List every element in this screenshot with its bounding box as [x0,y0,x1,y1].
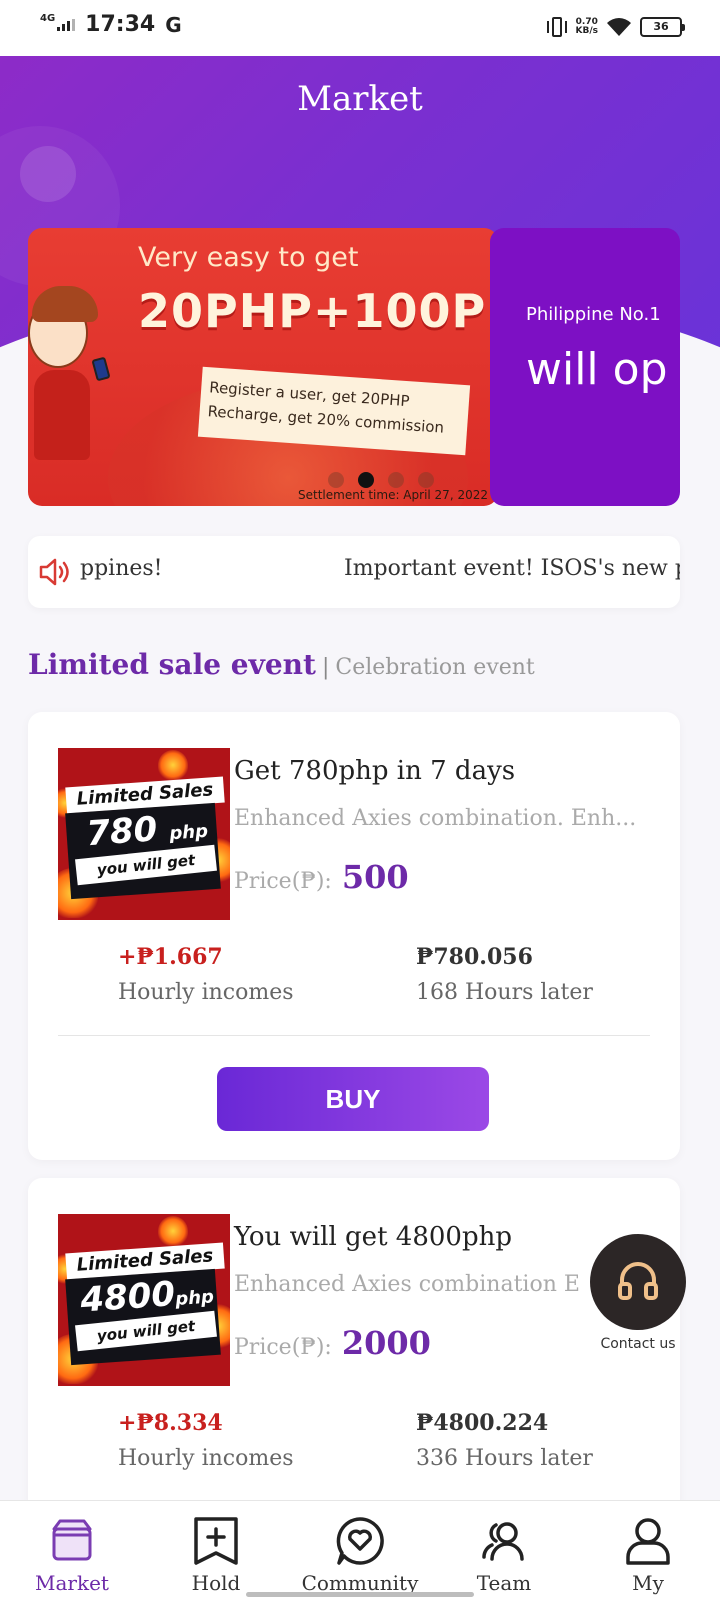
nav-my-label: My [632,1571,664,1595]
total-return-stat: ₱4800.224 336 Hours later [416,1410,593,1471]
divider [58,1035,650,1036]
price-value: 2000 [341,1324,431,1362]
buy-button[interactable]: BUY [217,1067,489,1131]
nav-hold[interactable]: Hold [144,1501,288,1600]
product-image: Limited Sales 780 php you will get [58,748,230,920]
product-image: Limited Sales 4800php you will get [58,1214,230,1386]
hourly-income-value: +₱1.667 [118,944,223,970]
price-value: 500 [341,858,409,896]
status-time: 17:34 [85,12,156,37]
team-icon [482,1522,524,1561]
product-description: Enhanced Axies combination. Enh... [234,806,637,831]
tab-celebration[interactable]: Celebration event [335,655,534,680]
hourly-income-label: Hourly incomes [118,1446,294,1471]
bottom-navigation: Market Hold Community Team My [0,1500,720,1600]
contact-us-button[interactable]: Contact us [588,1234,688,1352]
nav-market-label: Market [35,1571,109,1595]
next-banner-subtitle: Philippine No.1 [526,304,661,325]
event-tabs: Limited sale event | Celebration event [28,648,535,681]
next-banner[interactable]: Philippine No.1 will op [490,228,680,506]
total-return-label: 168 Hours later [416,980,593,1005]
product-price: Price(₱): 500 [234,858,409,896]
heart-chat-icon [336,1517,384,1565]
product-title: Get 780php in 7 days [234,756,516,786]
plus-bookmark-icon [194,1517,238,1565]
tab-limited-sale[interactable]: Limited sale event [28,648,316,681]
product-card[interactable]: Limited Sales 780 php you will get Get 7… [28,712,680,1160]
banner-amount: 20PHP+100PHP [138,284,498,338]
nav-team-label: Team [476,1571,532,1595]
announcement-text: ppines! [80,556,163,581]
signal-icon [57,18,76,31]
home-indicator[interactable] [246,1592,474,1597]
contact-us-label: Contact us [600,1336,676,1352]
promo-banner[interactable]: Very easy to get 20PHP+100PHP Register a… [28,228,498,506]
hourly-income-label: Hourly incomes [118,980,294,1005]
nav-market[interactable]: Market [0,1501,144,1600]
person-icon [626,1518,670,1565]
nav-hold-label: Hold [191,1571,241,1595]
wifi-icon [607,18,631,36]
nav-team[interactable]: Team [432,1501,576,1600]
headset-icon[interactable] [590,1234,686,1330]
announcement-text-next: Important event! ISOS's new pror [344,556,680,581]
nav-my[interactable]: My [576,1501,720,1600]
total-return-stat: ₱780.056 168 Hours later [416,944,593,1005]
product-title: You will get 4800php [234,1222,512,1252]
store-box-icon [52,1519,92,1561]
tab-separator: | [321,655,330,680]
carousel-dot[interactable] [388,472,404,488]
price-label: Price(₱): [234,869,332,894]
hourly-income-value: +₱8.334 [118,1410,223,1436]
total-return-label: 336 Hours later [416,1446,593,1471]
hourly-income-stat: +₱8.334 Hourly incomes [118,1410,294,1471]
next-banner-title: will op [526,344,668,395]
page-title: Market [297,79,423,119]
network-speed: 0.70 KB/s [575,17,598,36]
speaker-icon [39,558,69,586]
battery-icon: 36 [640,17,685,37]
carousel-dot[interactable] [418,472,434,488]
vibrate-icon [546,16,568,38]
banner-headline: Very easy to get [138,242,359,273]
product-price: Price(₱): 2000 [234,1324,431,1362]
announcement-bar[interactable]: ppines! Important event! ISOS's new pror [28,536,680,608]
cartoon-character-illustration [28,278,118,478]
hourly-income-stat: +₱1.667 Hourly incomes [118,944,294,1005]
status-bar: 4G 17:34 G 0.70 KB/s 36 [0,0,720,56]
total-return-value: ₱4800.224 [416,1410,549,1436]
total-return-value: ₱780.056 [416,944,533,970]
carousel-dots [328,472,434,488]
settlement-time: Settlement time: April 27, 2022 [298,488,488,502]
google-icon: G [165,12,182,37]
price-label: Price(₱): [234,1335,332,1360]
carousel-dot[interactable] [328,472,344,488]
network-type: 4G [40,12,56,24]
nav-community[interactable]: Community [288,1501,432,1600]
carousel-dot-active[interactable] [358,472,374,488]
